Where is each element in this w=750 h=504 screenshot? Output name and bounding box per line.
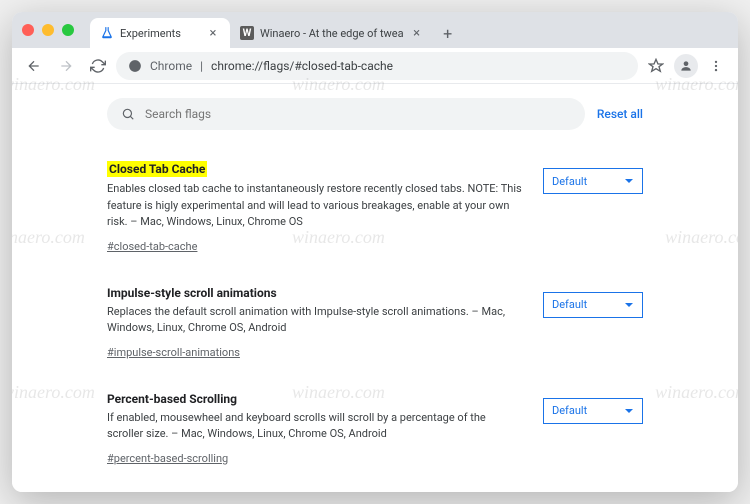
flag-title: Impulse-style scroll animations [107,286,277,300]
tab-title: Winaero - At the edge of twea [260,27,404,40]
flag-dropdown[interactable]: Default [543,292,643,318]
flag-item: Percent-based Scrolling If enabled, mous… [107,374,643,480]
flag-control: Default [543,158,643,194]
tab-winaero[interactable]: W Winaero - At the edge of twea × [230,18,434,48]
flag-description: Enables closed tab cache to instantaneou… [107,181,523,231]
titlebar: Experiments × W Winaero - At the edge of… [12,12,738,48]
flag-body: Closed Tab Cache Enables closed tab cach… [107,158,523,254]
winaero-favicon: W [240,26,254,40]
flag-control: Default [543,388,643,424]
toolbar: Chrome | chrome://flags/#closed-tab-cach… [12,48,738,84]
chrome-icon [128,59,142,73]
url-separator: | [200,59,203,73]
search-icon [121,107,135,121]
flag-anchor-link[interactable]: #impulse-scroll-animations [107,346,240,359]
window-minimize-button[interactable] [42,24,54,36]
window-close-button[interactable] [22,24,34,36]
search-input-field[interactable] [145,107,571,121]
menu-button[interactable] [702,52,730,80]
tab-experiments[interactable]: Experiments × [90,18,230,48]
flag-anchor-link[interactable]: #percent-based-scrolling [107,452,228,465]
page-content[interactable]: Reset all Closed Tab Cache Enables close… [12,84,738,492]
flag-body: Impulse-style scroll animations Replaces… [107,282,523,360]
flag-description: If enabled, mousewheel and keyboard scro… [107,410,523,443]
flag-item: Impulse-style scroll animations Replaces… [107,268,643,374]
avatar-icon [674,54,698,78]
browser-window: Experiments × W Winaero - At the edge of… [12,12,738,492]
flag-title: Percent-based Scrolling [107,392,237,406]
flag-dropdown[interactable]: Default [543,168,643,194]
bookmark-button[interactable] [642,52,670,80]
flag-item: Scroll Unification Refactoring project t… [107,480,643,493]
chevron-down-icon [624,176,634,186]
flag-list: Closed Tab Cache Enables closed tab cach… [107,144,643,492]
forward-button[interactable] [52,52,80,80]
flag-dropdown-value: Default [552,298,587,311]
chevron-down-icon [624,406,634,416]
flag-control: Default [543,282,643,318]
traffic-lights [22,24,74,36]
flag-description: Replaces the default scroll animation wi… [107,304,523,337]
tab-close-icon[interactable]: × [410,26,424,41]
window-maximize-button[interactable] [62,24,74,36]
flag-dropdown-value: Default [552,175,587,188]
back-button[interactable] [20,52,48,80]
reset-all-button[interactable]: Reset all [597,107,643,121]
flag-dropdown[interactable]: Default [543,398,643,424]
flag-anchor-link[interactable]: #closed-tab-cache [107,240,197,253]
reload-button[interactable] [84,52,112,80]
flask-icon [100,26,114,40]
search-flags-input[interactable] [107,98,585,130]
url-text: chrome://flags/#closed-tab-cache [211,59,393,73]
chevron-down-icon [624,300,634,310]
flags-container: Reset all Closed Tab Cache Enables close… [95,84,655,492]
address-bar[interactable]: Chrome | chrome://flags/#closed-tab-cach… [116,52,638,80]
flag-item: Closed Tab Cache Enables closed tab cach… [107,144,643,268]
tab-strip: Experiments × W Winaero - At the edge of… [90,12,738,48]
toolbar-right [642,52,730,80]
profile-button[interactable] [672,52,700,80]
flag-body: Percent-based Scrolling If enabled, mous… [107,388,523,466]
tab-title: Experiments [120,27,200,40]
flag-dropdown-value: Default [552,404,587,417]
new-tab-button[interactable]: + [434,18,462,48]
flag-title: Closed Tab Cache [107,161,207,177]
search-row: Reset all [107,84,643,144]
tab-close-icon[interactable]: × [206,26,220,41]
url-scheme: Chrome [150,59,192,73]
